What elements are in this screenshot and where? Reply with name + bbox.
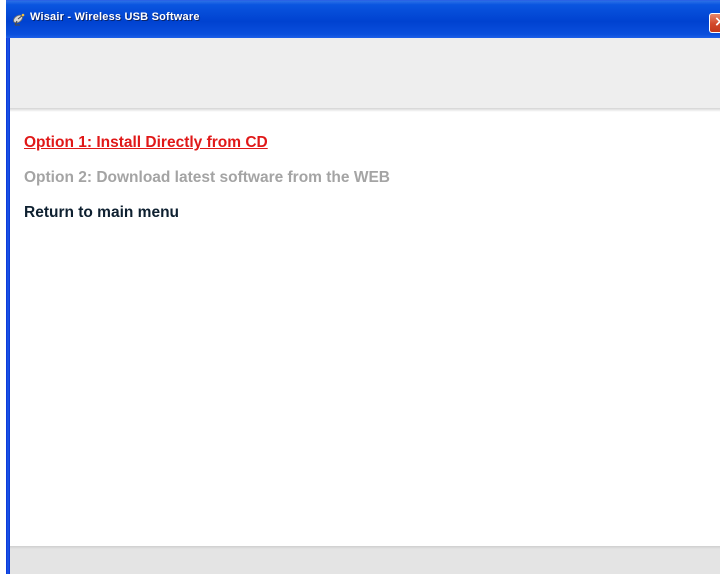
menu-panel: Option 1: Install Directly from CD Optio… [10,112,720,546]
window-title: Wisair - Wireless USB Software [30,11,200,23]
download-from-web-link[interactable]: Option 2: Download latest software from … [24,169,390,187]
header-banner [10,38,720,112]
satellite-dish-icon [13,13,25,26]
return-to-main-menu-link[interactable]: Return to main menu [24,204,179,222]
close-icon: × [714,14,720,30]
footer-bar [10,546,720,574]
close-button[interactable]: × [709,13,720,33]
app-window: Wisair - Wireless USB Software × Option … [6,0,720,574]
install-from-cd-link[interactable]: Option 1: Install Directly from CD [24,134,268,152]
title-bar[interactable]: Wisair - Wireless USB Software × [6,0,720,38]
